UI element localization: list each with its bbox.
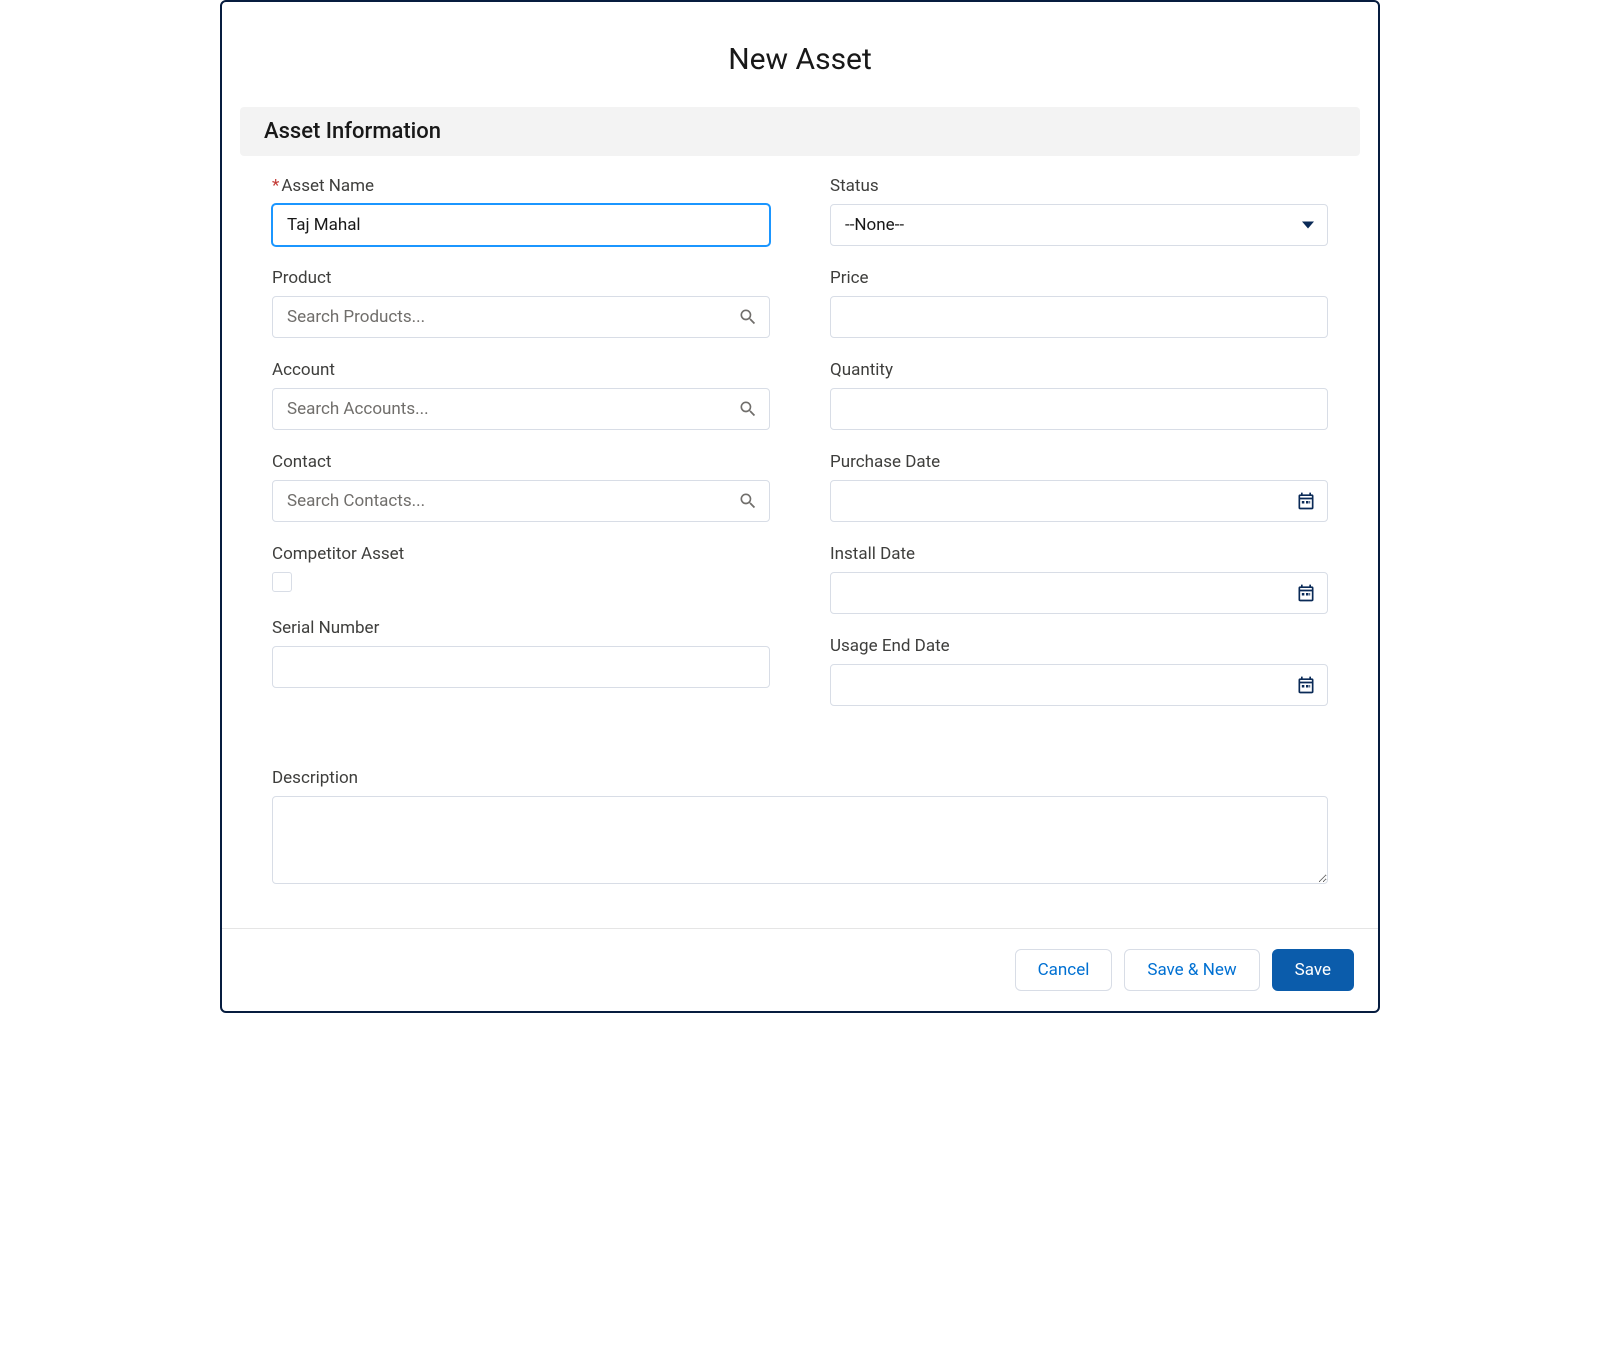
install-date-input[interactable] [830,572,1328,614]
serial-number-input[interactable] [272,646,770,688]
description-label: Description [272,768,1328,788]
modal-header: New Asset [222,2,1378,107]
status-select[interactable]: --None-- [830,204,1328,246]
modal-title: New Asset [222,42,1378,77]
section-title: Asset Information [264,119,1336,144]
usage-end-date-input[interactable] [830,664,1328,706]
price-group: Price [830,268,1328,338]
description-textarea[interactable] [272,796,1328,884]
required-asterisk: * [272,176,279,196]
price-input[interactable] [830,296,1328,338]
save-and-new-button[interactable]: Save & New [1124,949,1259,991]
contact-input[interactable] [272,480,770,522]
serial-number-group: Serial Number [272,618,770,688]
modal-footer: Cancel Save & New Save [222,928,1378,1011]
price-label: Price [830,268,1328,288]
form-column-left: *Asset Name Product Account [272,176,770,728]
cancel-button[interactable]: Cancel [1015,949,1113,991]
competitor-asset-checkbox[interactable] [272,572,292,592]
usage-end-date-wrapper [830,664,1328,706]
install-date-label: Install Date [830,544,1328,564]
contact-label: Contact [272,452,770,472]
description-group: Description [222,768,1378,928]
competitor-asset-group: Competitor Asset [272,544,770,596]
quantity-input[interactable] [830,388,1328,430]
account-group: Account [272,360,770,430]
asset-name-group: *Asset Name [272,176,770,246]
competitor-asset-label: Competitor Asset [272,544,770,564]
asset-name-input[interactable] [272,204,770,246]
product-label: Product [272,268,770,288]
product-input[interactable] [272,296,770,338]
status-select-wrapper: --None-- [830,204,1328,246]
form-column-right: Status --None-- Price Quantity Purchase … [830,176,1328,728]
purchase-date-group: Purchase Date [830,452,1328,522]
usage-end-date-group: Usage End Date [830,636,1328,706]
product-lookup-wrapper [272,296,770,338]
contact-lookup-wrapper [272,480,770,522]
account-label: Account [272,360,770,380]
form-body: *Asset Name Product Account [222,156,1378,768]
serial-number-label: Serial Number [272,618,770,638]
new-asset-modal: New Asset Asset Information *Asset Name … [220,0,1380,1013]
asset-name-label: *Asset Name [272,176,770,196]
purchase-date-label: Purchase Date [830,452,1328,472]
asset-name-label-text: Asset Name [281,176,374,196]
contact-group: Contact [272,452,770,522]
purchase-date-wrapper [830,480,1328,522]
install-date-wrapper [830,572,1328,614]
status-label: Status [830,176,1328,196]
section-header: Asset Information [240,107,1360,156]
quantity-label: Quantity [830,360,1328,380]
account-input[interactable] [272,388,770,430]
status-group: Status --None-- [830,176,1328,246]
product-group: Product [272,268,770,338]
purchase-date-input[interactable] [830,480,1328,522]
save-button[interactable]: Save [1272,949,1354,991]
install-date-group: Install Date [830,544,1328,614]
usage-end-date-label: Usage End Date [830,636,1328,656]
quantity-group: Quantity [830,360,1328,430]
account-lookup-wrapper [272,388,770,430]
